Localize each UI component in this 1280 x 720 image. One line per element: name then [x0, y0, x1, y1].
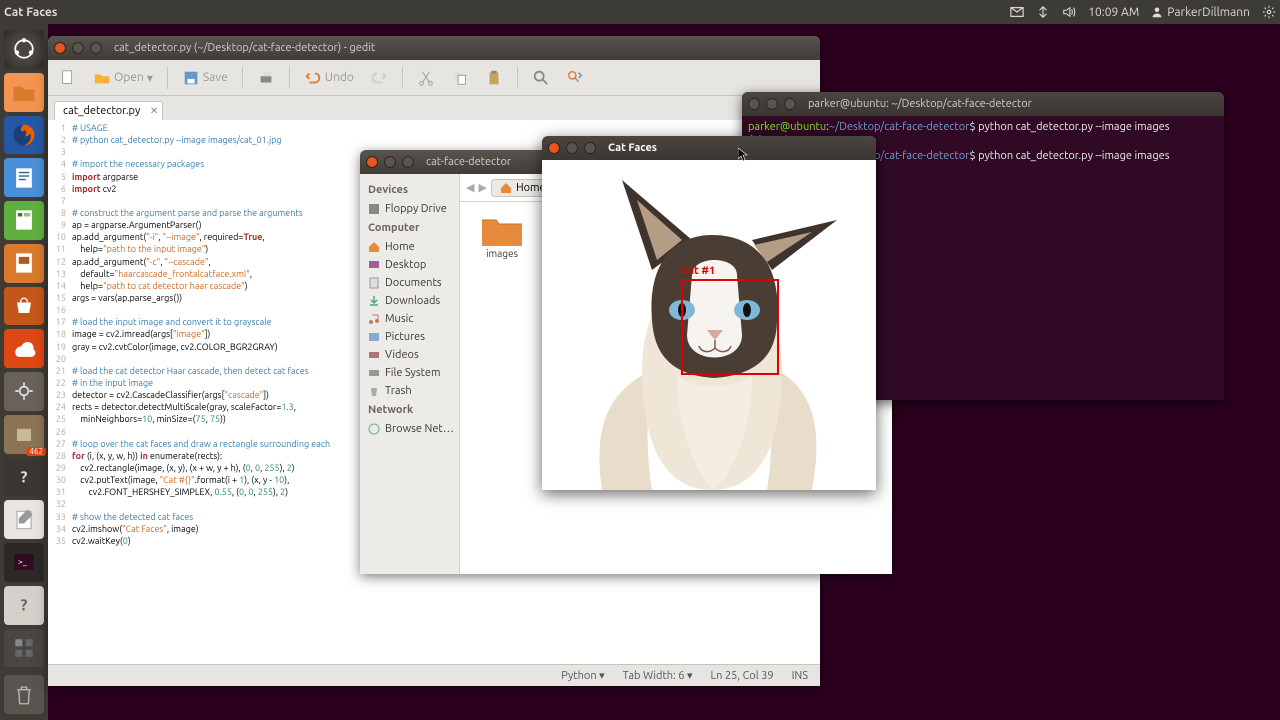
- cut-button[interactable]: [412, 66, 440, 90]
- ubuntu-one-icon[interactable]: [4, 329, 44, 368]
- minimize-icon[interactable]: [384, 156, 396, 168]
- print-button[interactable]: [252, 66, 280, 90]
- save-button[interactable]: Save: [177, 66, 233, 90]
- sidebar-item-downloads[interactable]: Downloads: [360, 292, 459, 310]
- redo-button[interactable]: [365, 66, 393, 90]
- terminal-title: parker@ubuntu: ~/Desktop/cat-face-detect…: [808, 98, 1032, 110]
- close-icon[interactable]: [54, 42, 66, 54]
- unknown-app-icon[interactable]: ?: [4, 586, 44, 625]
- minimize-icon[interactable]: [566, 142, 578, 154]
- sidebar-item-videos[interactable]: Videos: [360, 346, 459, 364]
- active-app-title: Cat Faces: [4, 6, 57, 19]
- sidebar-item-pictures[interactable]: Pictures: [360, 328, 459, 346]
- unity-launcher: 462 ? >_ ?: [0, 24, 48, 720]
- user-menu[interactable]: ParkerDillmann: [1151, 6, 1250, 19]
- new-file-button[interactable]: [54, 66, 82, 90]
- status-ins: INS: [792, 670, 808, 682]
- writer-icon[interactable]: [4, 158, 44, 197]
- svg-text:?: ?: [21, 467, 28, 485]
- forward-button[interactable]: ▶: [478, 181, 486, 194]
- impress-icon[interactable]: [4, 244, 44, 283]
- gedit-titlebar[interactable]: cat_detector.py (~/Desktop/cat-face-dete…: [48, 36, 820, 60]
- replace-button[interactable]: [561, 66, 589, 90]
- catwin-titlebar[interactable]: Cat Faces: [542, 136, 876, 160]
- nautilus-sidebar: Devices Floppy Drive Computer Home Deskt…: [360, 174, 460, 574]
- maximize-icon[interactable]: [584, 142, 596, 154]
- volume-icon[interactable]: [1062, 5, 1076, 19]
- sidebar-item-desktop[interactable]: Desktop: [360, 256, 459, 274]
- back-button[interactable]: ◀: [466, 181, 474, 194]
- sidebar-item-trash[interactable]: Trash: [360, 382, 459, 400]
- clock[interactable]: 10:09 AM: [1088, 6, 1139, 19]
- update-manager-icon[interactable]: 462: [4, 415, 44, 454]
- trash-icon[interactable]: [4, 675, 44, 714]
- terminal-icon[interactable]: >_: [4, 543, 44, 582]
- close-tab-icon[interactable]: ✕: [150, 105, 158, 117]
- nautilus-title: cat-face-detector: [426, 156, 511, 168]
- paste-button[interactable]: [480, 66, 508, 90]
- gedit-statusbar: Python ▾ Tab Width: 6 ▾ Ln 25, Col 39 IN…: [48, 664, 820, 686]
- mail-icon[interactable]: [1010, 5, 1024, 19]
- cat-faces-window: Cat Faces: [542, 136, 876, 490]
- sidebar-item-browse-network[interactable]: Browse Net…: [360, 420, 459, 438]
- detection-label: Cat #1: [681, 265, 715, 277]
- sidebar-item-filesystem[interactable]: File System: [360, 364, 459, 382]
- svg-text:>_: >_: [18, 557, 28, 567]
- text-editor-icon[interactable]: [4, 500, 44, 539]
- minimize-icon[interactable]: [72, 42, 84, 54]
- gedit-toolbar: Open▾ Save Undo: [48, 60, 820, 96]
- maximize-icon[interactable]: [402, 156, 414, 168]
- status-lang[interactable]: Python ▾: [561, 669, 604, 682]
- catwin-title: Cat Faces: [608, 142, 657, 154]
- sidebar-item-floppy[interactable]: Floppy Drive: [360, 200, 459, 218]
- close-icon[interactable]: [366, 156, 378, 168]
- copy-button[interactable]: [446, 66, 474, 90]
- close-icon[interactable]: [548, 142, 560, 154]
- dash-icon[interactable]: [4, 30, 44, 69]
- mouse-cursor: [738, 148, 748, 162]
- workspace-switcher-icon[interactable]: [4, 629, 44, 668]
- gedit-title: cat_detector.py (~/Desktop/cat-face-dete…: [114, 42, 375, 54]
- network-icon[interactable]: [1036, 5, 1050, 19]
- firefox-icon[interactable]: [4, 116, 44, 155]
- sidebar-heading-network: Network: [360, 400, 459, 420]
- open-button[interactable]: Open▾: [88, 66, 158, 90]
- sidebar-item-documents[interactable]: Documents: [360, 274, 459, 292]
- search-button[interactable]: [527, 66, 555, 90]
- gedit-tabs: cat_detector.py✕: [48, 96, 820, 120]
- sidebar-item-music[interactable]: Music: [360, 310, 459, 328]
- gear-icon[interactable]: [1262, 5, 1276, 19]
- terminal-titlebar[interactable]: parker@ubuntu: ~/Desktop/cat-face-detect…: [742, 92, 1224, 116]
- undo-button[interactable]: Undo: [299, 66, 359, 90]
- svg-text:?: ?: [21, 595, 28, 613]
- maximize-icon[interactable]: [90, 42, 102, 54]
- minimize-icon[interactable]: [766, 98, 778, 110]
- close-icon[interactable]: [748, 98, 760, 110]
- maximize-icon[interactable]: [784, 98, 796, 110]
- detection-box: [681, 279, 779, 375]
- calc-icon[interactable]: [4, 201, 44, 240]
- sidebar-heading-devices: Devices: [360, 180, 459, 200]
- sidebar-item-home[interactable]: Home: [360, 238, 459, 256]
- help-icon[interactable]: ?: [4, 458, 44, 497]
- status-pos: Ln 25, Col 39: [711, 670, 774, 682]
- folder-images[interactable]: images: [470, 212, 534, 259]
- top-panel: Cat Faces 10:09 AM ParkerDillmann: [0, 0, 1280, 24]
- nautilus-icon[interactable]: [4, 73, 44, 112]
- status-tabwidth[interactable]: Tab Width: 6 ▾: [623, 669, 693, 682]
- software-center-icon[interactable]: [4, 287, 44, 326]
- gedit-tab[interactable]: cat_detector.py✕: [54, 101, 163, 120]
- cat-image: Cat #1: [542, 160, 876, 490]
- sidebar-heading-computer: Computer: [360, 218, 459, 238]
- settings-icon[interactable]: [4, 372, 44, 411]
